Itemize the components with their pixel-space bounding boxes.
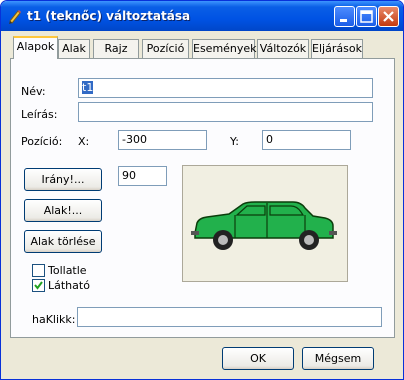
description-label: Leírás: <box>21 108 58 121</box>
shape-button[interactable]: Alak!... <box>24 199 102 222</box>
tab-label: Események <box>193 42 257 55</box>
name-label: Név: <box>21 85 46 98</box>
cancel-button[interactable]: Mégsem <box>302 347 374 370</box>
tab-label: Rajz <box>104 42 128 55</box>
x-input[interactable]: -300 <box>118 130 207 150</box>
position-label: Pozíció: <box>21 135 63 148</box>
tab-label: Pozíció <box>146 42 185 55</box>
direction-button[interactable]: Irány!... <box>24 168 102 191</box>
cancel-button-label: Mégsem <box>314 352 362 365</box>
tab-eljarasok[interactable]: Eljárások <box>311 39 363 58</box>
window-title: t1 (teknőc) változtatása <box>27 9 191 23</box>
delete-shape-button[interactable]: Alak törlése <box>24 230 102 253</box>
pen-label: Tollatle <box>48 264 87 277</box>
direction-button-label: Irány!... <box>41 173 85 186</box>
tab-label: Változók <box>259 42 307 55</box>
ok-button[interactable]: OK <box>222 347 294 370</box>
direction-input[interactable]: 90 <box>118 166 167 186</box>
visible-checkbox[interactable] <box>32 279 45 292</box>
maximize-icon <box>360 10 373 23</box>
close-button[interactable] <box>378 6 399 27</box>
close-icon <box>383 11 394 22</box>
pencil-icon <box>9 10 21 24</box>
y-label: Y: <box>230 135 239 148</box>
tab-pozicio[interactable]: Pozíció <box>142 39 189 58</box>
tab-rajz[interactable]: Rajz <box>93 39 139 58</box>
tab-label: Eljárások <box>312 42 362 55</box>
pen-checkbox[interactable] <box>32 264 45 277</box>
title-bar[interactable]: t1 (teknőc) változtatása <box>1 1 403 31</box>
minimize-button[interactable] <box>334 6 355 27</box>
maximize-button[interactable] <box>356 6 377 27</box>
direction-value: 90 <box>122 169 136 182</box>
x-value: -300 <box>122 133 147 146</box>
tab-esemenyek[interactable]: Események <box>192 39 257 58</box>
tab-label: Alak <box>62 42 86 55</box>
visible-label: Látható <box>48 279 90 292</box>
description-input[interactable] <box>78 102 373 122</box>
delete-shape-button-label: Alak törlése <box>30 235 96 248</box>
checkmark-icon <box>34 281 43 290</box>
onclick-label: haKlikk: <box>32 313 76 326</box>
y-value: 0 <box>266 133 273 146</box>
tab-alapok[interactable]: Alapok <box>13 36 58 59</box>
dialog-window: t1 (teknőc) változtatása Alapok Alak Raj… <box>0 0 404 380</box>
ok-button-label: OK <box>250 352 266 365</box>
x-label: X: <box>78 135 90 148</box>
car-icon <box>191 201 337 250</box>
tab-valtozok[interactable]: Változók <box>257 39 309 58</box>
name-input[interactable]: t1 <box>78 78 373 98</box>
minimize-icon <box>340 19 347 22</box>
shape-preview <box>182 165 348 282</box>
name-value: t1 <box>82 81 94 94</box>
onclick-input[interactable] <box>77 307 382 327</box>
y-input[interactable]: 0 <box>262 130 351 150</box>
shape-button-label: Alak!... <box>43 204 83 217</box>
tab-alak[interactable]: Alak <box>58 39 90 58</box>
tab-label: Alapok <box>16 40 55 53</box>
